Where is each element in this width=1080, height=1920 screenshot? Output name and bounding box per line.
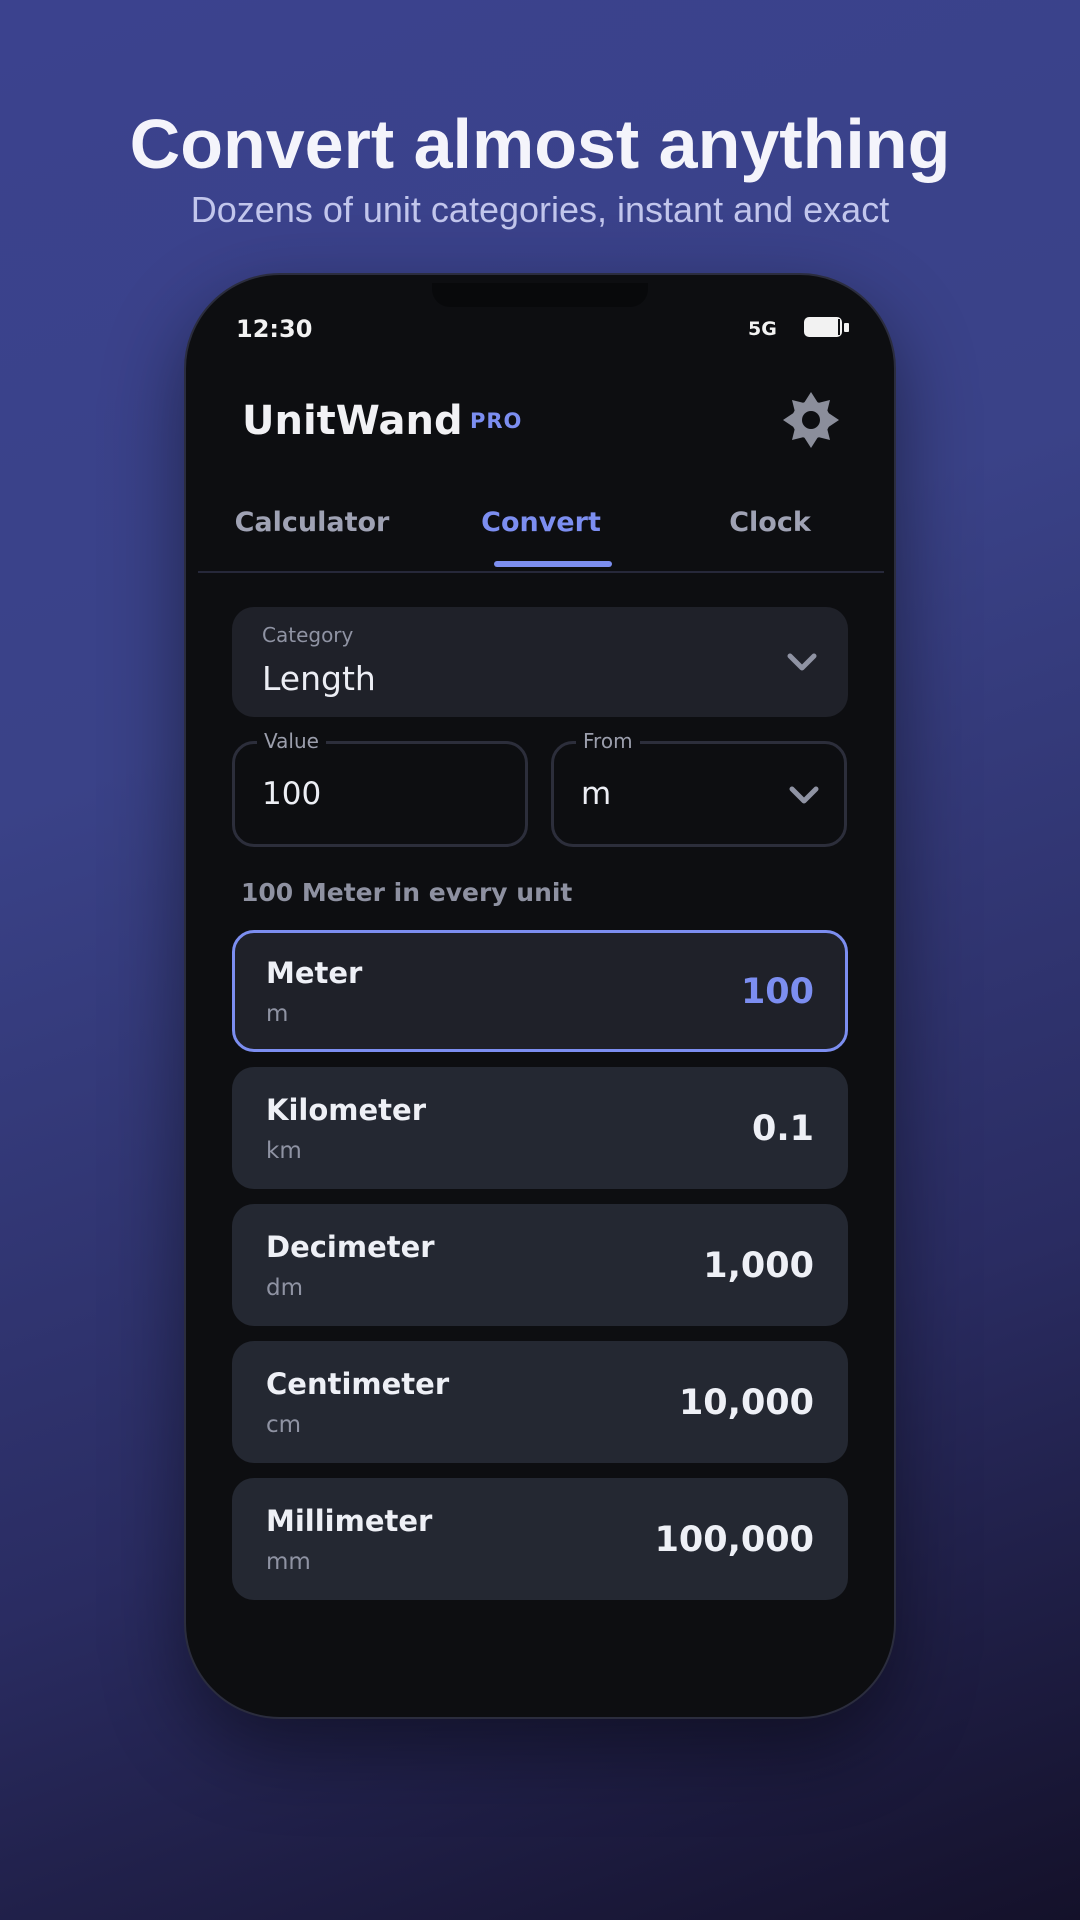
unit-card-decimeter[interactable]: Decimeter dm 1,000 [232,1204,848,1326]
unit-card-millimeter[interactable]: Millimeter mm 100,000 [232,1478,848,1600]
phone-frame: 12:30 5G UnitWand PRO Calculator Convert… [184,273,896,1719]
unit-symbol: cm [266,1412,302,1438]
unit-name: Kilometer [266,1093,426,1127]
category-select[interactable]: Category Length [232,607,848,717]
unit-name: Decimeter [266,1230,435,1264]
value-input[interactable] [262,774,492,814]
from-value: m [581,776,612,812]
unit-symbol: m [266,1001,289,1027]
battery-full-icon [804,317,849,337]
unit-name: Centimeter [266,1367,450,1401]
chevron-down-icon [787,653,817,671]
unit-symbol: mm [266,1549,311,1575]
from-unit-select[interactable]: From m [551,727,847,847]
active-tab-indicator [494,561,612,567]
unit-list: Meter m 100 Kilometer km 0.1 Decimeter d… [232,930,848,1615]
tab-calculator[interactable]: Calculator [198,475,426,571]
tab-convert[interactable]: Convert [426,475,656,571]
settings-button[interactable] [779,388,843,452]
chevron-down-icon [789,786,819,804]
from-label: From [576,727,640,755]
unit-value: 0.1 [751,1109,814,1149]
phone-notch [432,283,648,307]
tab-clock[interactable]: Clock [656,475,884,571]
tab-bar: Calculator Convert Clock [198,475,884,573]
unit-value: 100 [740,972,814,1012]
value-field: Value [232,727,528,847]
pro-badge: PRO [470,409,523,433]
category-value: Length [262,659,376,698]
category-label: Category [262,623,354,647]
unit-name: Meter [266,956,363,990]
unit-symbol: km [266,1138,302,1164]
results-label: 100 Meter in every unit [241,878,573,907]
unit-name: Millimeter [266,1504,433,1538]
promo-headline: Convert almost anything [129,105,951,183]
promo-subhead: Dozens of unit categories, instant and e… [190,189,890,230]
unit-card-meter[interactable]: Meter m 100 [232,930,848,1052]
app-title: UnitWand [242,398,463,444]
gear-icon [783,392,839,448]
unit-card-centimeter[interactable]: Centimeter cm 10,000 [232,1341,848,1463]
value-label: Value [257,727,326,755]
status-time: 12:30 [236,315,313,343]
unit-symbol: dm [266,1275,304,1301]
status-network: 5G [748,318,777,340]
unit-value: 1,000 [703,1246,814,1286]
unit-card-kilometer[interactable]: Kilometer km 0.1 [232,1067,848,1189]
unit-value: 100,000 [654,1520,814,1560]
unit-value: 10,000 [678,1383,814,1423]
